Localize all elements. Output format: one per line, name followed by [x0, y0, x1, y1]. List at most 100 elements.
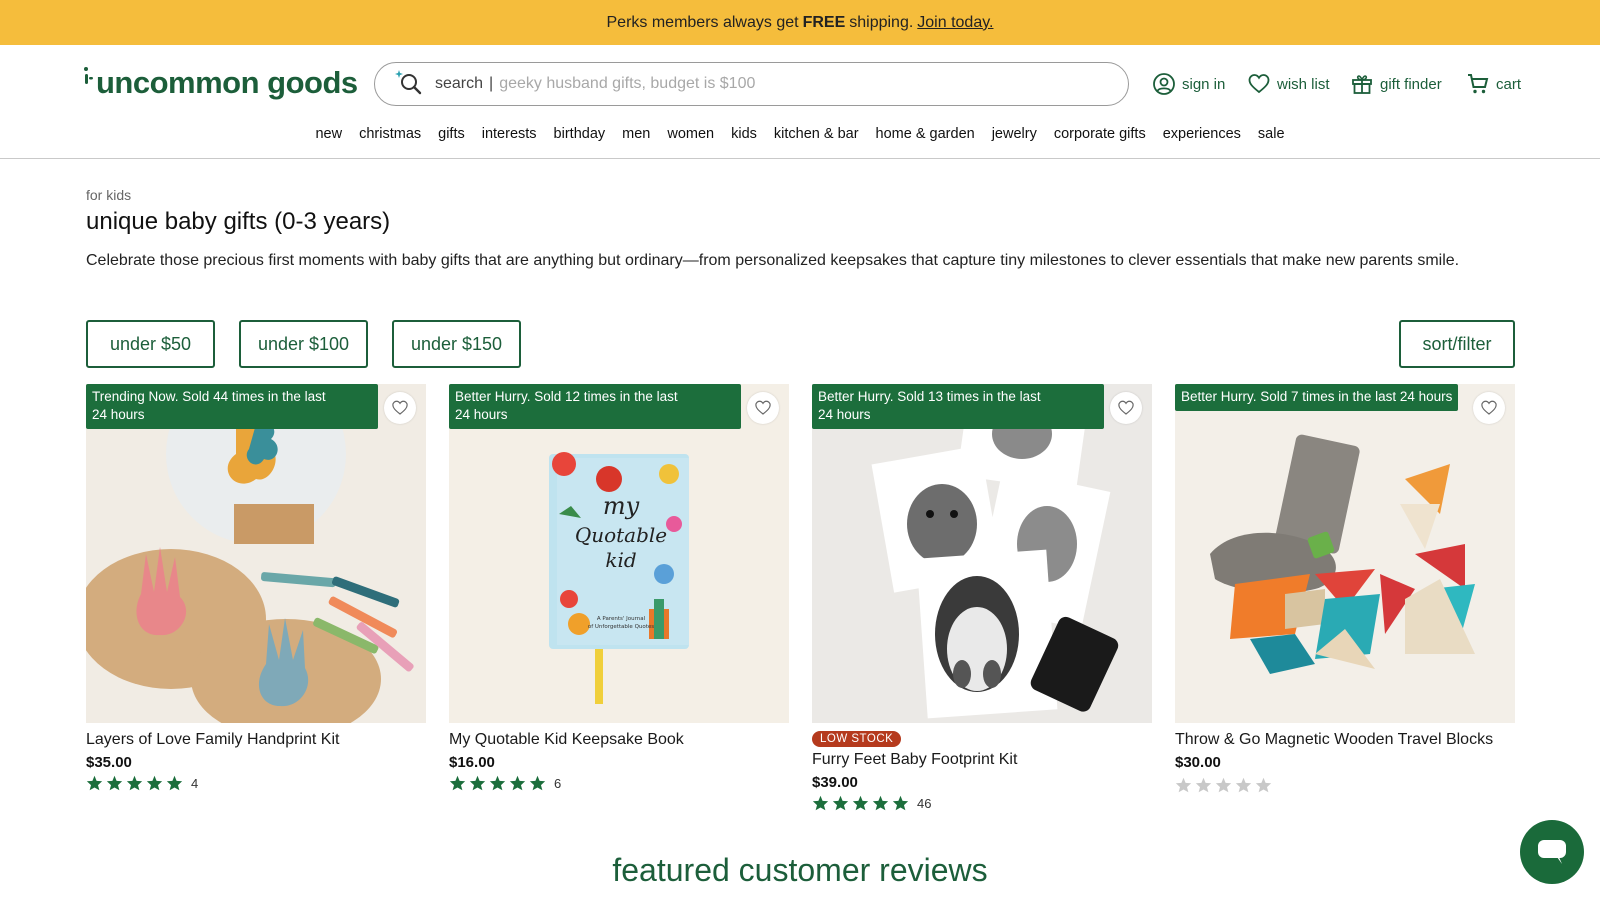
- sales-badge: Better Hurry. Sold 13 times in the last …: [812, 384, 1104, 429]
- book-title-line2: Quotable: [575, 523, 667, 547]
- wish-list-link[interactable]: wish list: [1247, 70, 1330, 98]
- heart-icon: [1118, 400, 1134, 415]
- featured-reviews-heading: featured customer reviews: [612, 852, 988, 888]
- chat-button[interactable]: [1520, 820, 1584, 884]
- nav-item-men[interactable]: men: [622, 118, 650, 150]
- star-icon: [489, 775, 506, 791]
- product-card[interactable]: Better Hurry. Sold 13 times in the last …: [812, 384, 1152, 811]
- filter-under-50-button[interactable]: under $50: [86, 320, 215, 368]
- nav-item-new[interactable]: new: [315, 118, 342, 150]
- main-nav: new christmas gifts interests birthday m…: [0, 118, 1600, 150]
- star-icon: [1175, 777, 1192, 793]
- rating-stars[interactable]: [1175, 777, 1515, 793]
- nav-item-corporate-gifts[interactable]: corporate gifts: [1054, 118, 1146, 150]
- product-price: $39.00: [812, 774, 858, 791]
- nav-item-interests[interactable]: interests: [482, 118, 537, 150]
- product-name[interactable]: Throw & Go Magnetic Wooden Travel Blocks: [1175, 731, 1515, 749]
- product-card[interactable]: Better Hurry. Sold 7 times in the last 2…: [1175, 384, 1515, 793]
- product-name[interactable]: Layers of Love Family Handprint Kit: [86, 731, 426, 749]
- site-logo[interactable]: uncommon goods: [80, 62, 358, 104]
- promo-banner: Perks members always get FREE shipping. …: [0, 0, 1600, 45]
- search-label: search: [435, 75, 484, 92]
- nav-divider: [0, 158, 1600, 159]
- rating-stars[interactable]: 46: [812, 795, 1152, 811]
- filter-under-150-button[interactable]: under $150: [392, 320, 521, 368]
- logo-sparkle-icon: [80, 65, 94, 101]
- review-count: 46: [917, 795, 932, 811]
- rating-stars[interactable]: 6: [449, 775, 789, 791]
- review-count: 4: [191, 775, 199, 791]
- product-card[interactable]: Trending Now. Sold 44 times in the last …: [86, 384, 426, 791]
- star-icon: [509, 775, 526, 791]
- product-price: $16.00: [449, 754, 495, 771]
- book-title-line3: kid: [605, 548, 636, 572]
- nav-item-experiences[interactable]: experiences: [1163, 118, 1241, 150]
- star-icon: [1255, 777, 1272, 793]
- nav-item-kitchen-bar[interactable]: kitchen & bar: [774, 118, 859, 150]
- wishlist-heart-button[interactable]: [1473, 392, 1505, 424]
- product-image[interactable]: Better Hurry. Sold 7 times in the last 2…: [1175, 384, 1515, 723]
- star-icon: [812, 795, 829, 811]
- sales-badge-line1: Trending Now. Sold 44 times in the last: [92, 389, 326, 404]
- sales-badge-line2: 24 hours: [455, 407, 508, 422]
- heart-icon: [1248, 74, 1270, 94]
- nav-item-christmas[interactable]: christmas: [359, 118, 421, 150]
- sort-filter-button[interactable]: sort/filter: [1399, 320, 1515, 368]
- wishlist-heart-button[interactable]: [384, 392, 416, 424]
- product-card[interactable]: my Quotable kid A Parents' Journal of Un…: [449, 384, 789, 791]
- product-image[interactable]: my Quotable kid A Parents' Journal of Un…: [449, 384, 789, 723]
- nav-item-kids[interactable]: kids: [731, 118, 757, 150]
- product-price: $35.00: [86, 754, 132, 771]
- gift-finder-link[interactable]: gift finder: [1350, 70, 1442, 98]
- product-image[interactable]: Better Hurry. Sold 13 times in the last …: [812, 384, 1152, 723]
- cart-label: cart: [1496, 75, 1522, 93]
- star-icon: [146, 775, 163, 791]
- star-icon: [126, 775, 143, 791]
- rating-stars[interactable]: 4: [86, 775, 426, 791]
- gift-finder-label: gift finder: [1380, 75, 1442, 93]
- heart-icon: [1481, 400, 1497, 415]
- cart-link[interactable]: cart: [1466, 70, 1521, 98]
- wishlist-heart-button[interactable]: [1110, 392, 1142, 424]
- star-icon: [449, 775, 466, 791]
- product-image[interactable]: Trending Now. Sold 44 times in the last …: [86, 384, 426, 723]
- promo-tail: shipping.: [849, 13, 914, 31]
- join-today-link[interactable]: Join today.: [917, 14, 993, 32]
- sales-badge: Better Hurry. Sold 12 times in the last …: [449, 384, 741, 429]
- star-icon: [1195, 777, 1212, 793]
- search-sparkle-icon: [395, 68, 423, 101]
- book-title-line1: my: [603, 492, 640, 520]
- nav-item-jewelry[interactable]: jewelry: [992, 118, 1037, 150]
- page-title: unique baby gifts (0-3 years): [86, 208, 391, 235]
- star-icon: [166, 775, 183, 791]
- page-description: Celebrate those precious first moments w…: [86, 252, 1460, 269]
- star-icon: [1235, 777, 1252, 793]
- product-name[interactable]: My Quotable Kid Keepsake Book: [449, 731, 789, 749]
- search-separator: |: [489, 75, 494, 92]
- product-name[interactable]: Furry Feet Baby Footprint Kit: [812, 751, 1152, 769]
- user-circle-icon: [1153, 73, 1175, 95]
- wishlist-heart-button[interactable]: [747, 392, 779, 424]
- nav-item-home-garden[interactable]: home & garden: [876, 118, 975, 150]
- nav-item-gifts[interactable]: gifts: [438, 118, 465, 150]
- promo-free: FREE: [802, 13, 846, 31]
- nav-item-birthday[interactable]: birthday: [554, 118, 606, 150]
- logo-text: uncommon goods: [96, 65, 358, 100]
- sign-in-link[interactable]: sign in: [1152, 70, 1225, 98]
- nav-item-sale[interactable]: sale: [1258, 118, 1285, 150]
- star-icon: [872, 795, 889, 811]
- heart-icon: [755, 400, 771, 415]
- sales-badge-line1: Better Hurry. Sold 12 times in the last: [455, 389, 678, 404]
- breadcrumb[interactable]: for kids: [86, 187, 131, 203]
- star-icon: [529, 775, 546, 791]
- sales-badge: Better Hurry. Sold 7 times in the last 2…: [1175, 384, 1459, 411]
- product-price: $30.00: [1175, 754, 1221, 771]
- star-icon: [1215, 777, 1232, 793]
- promo-text: Perks members always get: [606, 13, 799, 31]
- filter-under-100-button[interactable]: under $100: [239, 320, 368, 368]
- nav-item-women[interactable]: women: [667, 118, 714, 150]
- star-icon: [852, 795, 869, 811]
- book-subtitle-line2: of Unforgettable Quotes: [588, 624, 654, 630]
- search-bar[interactable]: search |: [374, 62, 1129, 106]
- search-input[interactable]: [499, 75, 1060, 93]
